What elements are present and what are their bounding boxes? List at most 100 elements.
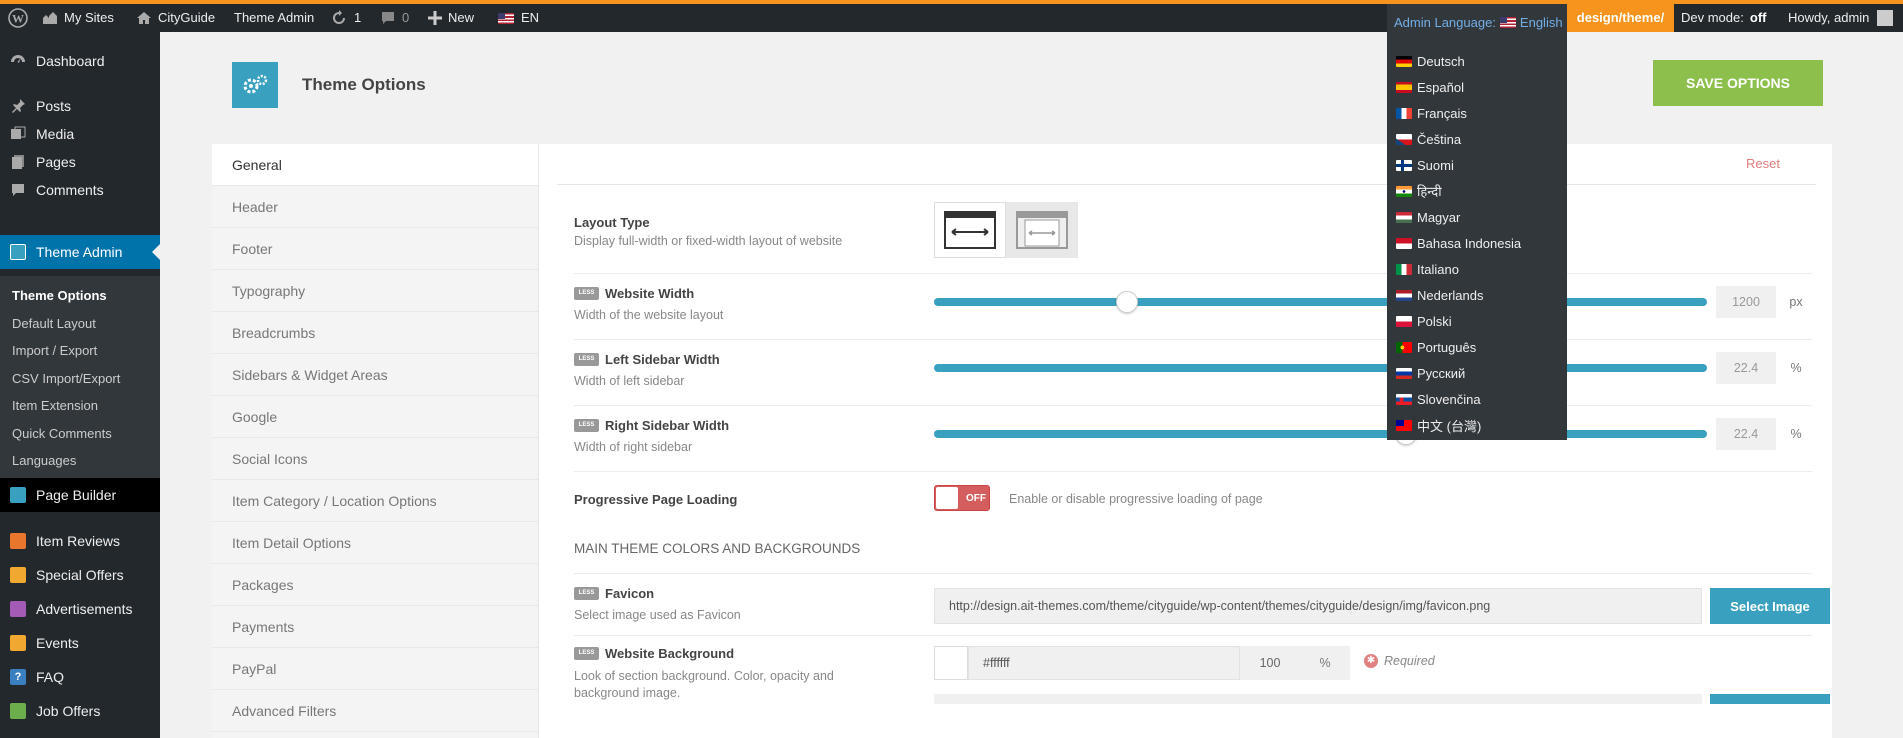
submenu-theme-options[interactable]: Theme Options bbox=[0, 282, 160, 310]
updates-icon bbox=[333, 10, 345, 24]
tab-general[interactable]: General bbox=[212, 144, 538, 186]
dev-mode-value: off bbox=[1749, 10, 1767, 25]
tab-social-icons[interactable]: Social Icons bbox=[212, 438, 538, 480]
language-option-cz[interactable]: Čeština bbox=[1387, 126, 1567, 152]
language-option-es[interactable]: Español bbox=[1387, 74, 1567, 100]
menu-special-offers-label: Special Offers bbox=[36, 567, 124, 583]
tab-typography[interactable]: Typography bbox=[212, 270, 538, 312]
website-background-label: Website Background bbox=[605, 646, 735, 661]
site-name-menu[interactable]: CityGuide bbox=[136, 4, 215, 32]
language-option-id[interactable]: Bahasa Indonesia bbox=[1387, 230, 1567, 256]
tab-sidebars-widget-areas[interactable]: Sidebars & Widget Areas bbox=[212, 354, 538, 396]
submenu-languages[interactable]: Languages bbox=[0, 447, 160, 475]
progressive-loading-toggle[interactable]: OFF bbox=[934, 485, 990, 511]
background-image-button[interactable] bbox=[1710, 694, 1830, 704]
right-sidebar-width-slider[interactable] bbox=[934, 430, 1707, 438]
language-option-label: Magyar bbox=[1417, 209, 1461, 225]
tab-footer[interactable]: Footer bbox=[212, 228, 538, 270]
favicon-title: LESS Favicon bbox=[574, 586, 654, 601]
save-options-button[interactable]: SAVE OPTIONS bbox=[1653, 60, 1823, 106]
language-option-label: Polski bbox=[1417, 313, 1452, 329]
favicon-url-input[interactable]: http://design.ait-themes.com/theme/cityg… bbox=[934, 588, 1702, 624]
background-color-input[interactable]: #ffffff bbox=[968, 646, 1240, 680]
dev-path-link[interactable]: design/theme/ bbox=[1567, 4, 1674, 32]
menu-dashboard[interactable]: Dashboard bbox=[0, 44, 160, 78]
updates-link[interactable]: 1 bbox=[330, 4, 361, 32]
my-sites-menu[interactable]: My Sites bbox=[42, 4, 114, 32]
language-option-sk[interactable]: Slovenčina bbox=[1387, 386, 1567, 412]
left-sidebar-width-value[interactable]: 22.4 bbox=[1716, 352, 1776, 384]
website-width-value[interactable]: 1200 bbox=[1716, 286, 1776, 318]
background-image-input[interactable] bbox=[934, 694, 1702, 704]
menu-media-label: Media bbox=[36, 126, 75, 142]
de-flag-icon bbox=[1396, 55, 1412, 67]
color-swatch[interactable] bbox=[934, 646, 968, 680]
menu-theme-admin[interactable]: Theme Admin bbox=[0, 235, 160, 269]
language-option-tw[interactable]: 中文 (台灣) bbox=[1387, 412, 1567, 438]
my-account-menu[interactable]: Howdy, admin bbox=[1788, 4, 1894, 32]
right-sidebar-width-value[interactable]: 22.4 bbox=[1716, 418, 1776, 450]
dev-mode-label: Dev mode: bbox=[1681, 10, 1744, 25]
menu-comments[interactable]: Comments bbox=[0, 173, 160, 207]
tw-flag-icon bbox=[1396, 419, 1412, 431]
page-title: Theme Options bbox=[302, 75, 426, 94]
language-option-it[interactable]: Italiano bbox=[1387, 256, 1567, 282]
pt-flag-icon bbox=[1396, 341, 1412, 353]
tab-breadcrumbs[interactable]: Breadcrumbs bbox=[212, 312, 538, 354]
right-sidebar-width-desc: Width of right sidebar bbox=[574, 440, 693, 454]
tab-item-category-location[interactable]: Item Category / Location Options bbox=[212, 480, 538, 522]
language-option-fr[interactable]: Français bbox=[1387, 100, 1567, 126]
select-image-button[interactable]: Select Image bbox=[1710, 588, 1830, 624]
required-indicator: ✱ Required bbox=[1364, 654, 1435, 668]
theme-admin-submenu: Theme Options Default Layout Import / Ex… bbox=[0, 276, 160, 504]
theme-admin-link[interactable]: Theme Admin bbox=[234, 4, 314, 32]
fixed-width-layout-option[interactable] bbox=[1006, 202, 1078, 258]
menu-events[interactable]: Events bbox=[0, 626, 160, 660]
tab-item-detail-options[interactable]: Item Detail Options bbox=[212, 522, 538, 564]
submenu-import-export[interactable]: Import / Export bbox=[0, 337, 160, 365]
reset-link[interactable]: Reset bbox=[1746, 156, 1780, 171]
tab-packages[interactable]: Packages bbox=[212, 564, 538, 606]
language-option-label: हिन्दी bbox=[1417, 184, 1442, 199]
submenu-item-extension[interactable]: Item Extension bbox=[0, 392, 160, 420]
language-option-nl[interactable]: Nederlands bbox=[1387, 282, 1567, 308]
website-width-slider[interactable] bbox=[934, 298, 1707, 306]
tab-header[interactable]: Header bbox=[212, 186, 538, 228]
menu-page-builder[interactable]: Page Builder bbox=[0, 478, 160, 512]
submenu-csv-import-export[interactable]: CSV Import/Export bbox=[0, 365, 160, 393]
comments-link[interactable]: 0 bbox=[380, 4, 409, 32]
language-option-pl[interactable]: Polski bbox=[1387, 308, 1567, 334]
language-option-de[interactable]: Deutsch bbox=[1387, 48, 1567, 74]
tab-payments[interactable]: Payments bbox=[212, 606, 538, 648]
language-option-pt[interactable]: Português bbox=[1387, 334, 1567, 360]
language-option-hu[interactable]: Magyar bbox=[1387, 204, 1567, 230]
tab-google[interactable]: Google bbox=[212, 396, 538, 438]
website-width-slider-handle[interactable] bbox=[1116, 291, 1139, 313]
language-option-fi[interactable]: Suomi bbox=[1387, 152, 1567, 178]
menu-item-reviews[interactable]: Item Reviews bbox=[0, 524, 160, 558]
wordpress-logo-icon[interactable]: W bbox=[8, 4, 28, 32]
menu-advertisements[interactable]: Advertisements bbox=[0, 592, 160, 626]
option-layout-type: Layout Type Display full-width or fixed-… bbox=[574, 202, 1812, 274]
option-website-background: LESS Website Background Look of section … bbox=[574, 636, 1830, 738]
language-switcher[interactable]: EN bbox=[498, 4, 539, 32]
tab-paypal[interactable]: PayPal bbox=[212, 648, 538, 690]
background-opacity-input[interactable]: 100 bbox=[1240, 646, 1300, 680]
left-sidebar-width-slider[interactable] bbox=[934, 364, 1707, 372]
tab-advanced-filters[interactable]: Advanced Filters bbox=[212, 690, 538, 732]
submenu-default-layout[interactable]: Default Layout bbox=[0, 310, 160, 338]
right-sidebar-width-label: Right Sidebar Width bbox=[605, 418, 730, 433]
new-content-menu[interactable]: New bbox=[428, 4, 474, 32]
menu-special-offers[interactable]: Special Offers bbox=[0, 558, 160, 592]
new-label: New bbox=[448, 10, 475, 25]
submenu-quick-comments[interactable]: Quick Comments bbox=[0, 420, 160, 448]
full-width-layout-option[interactable] bbox=[934, 202, 1006, 258]
menu-job-offers[interactable]: Job Offers bbox=[0, 694, 160, 728]
option-favicon: LESS Favicon Select image used as Favico… bbox=[574, 574, 1830, 636]
menu-faq[interactable]: ? FAQ bbox=[0, 660, 160, 694]
less-badge: LESS bbox=[574, 587, 599, 600]
dev-mode-toggle[interactable]: Dev mode: off bbox=[1681, 4, 1766, 32]
language-option-in[interactable]: हिन्दी bbox=[1387, 178, 1567, 204]
language-option-ru[interactable]: Русский bbox=[1387, 360, 1567, 386]
language-option-label: Русский bbox=[1417, 365, 1466, 381]
